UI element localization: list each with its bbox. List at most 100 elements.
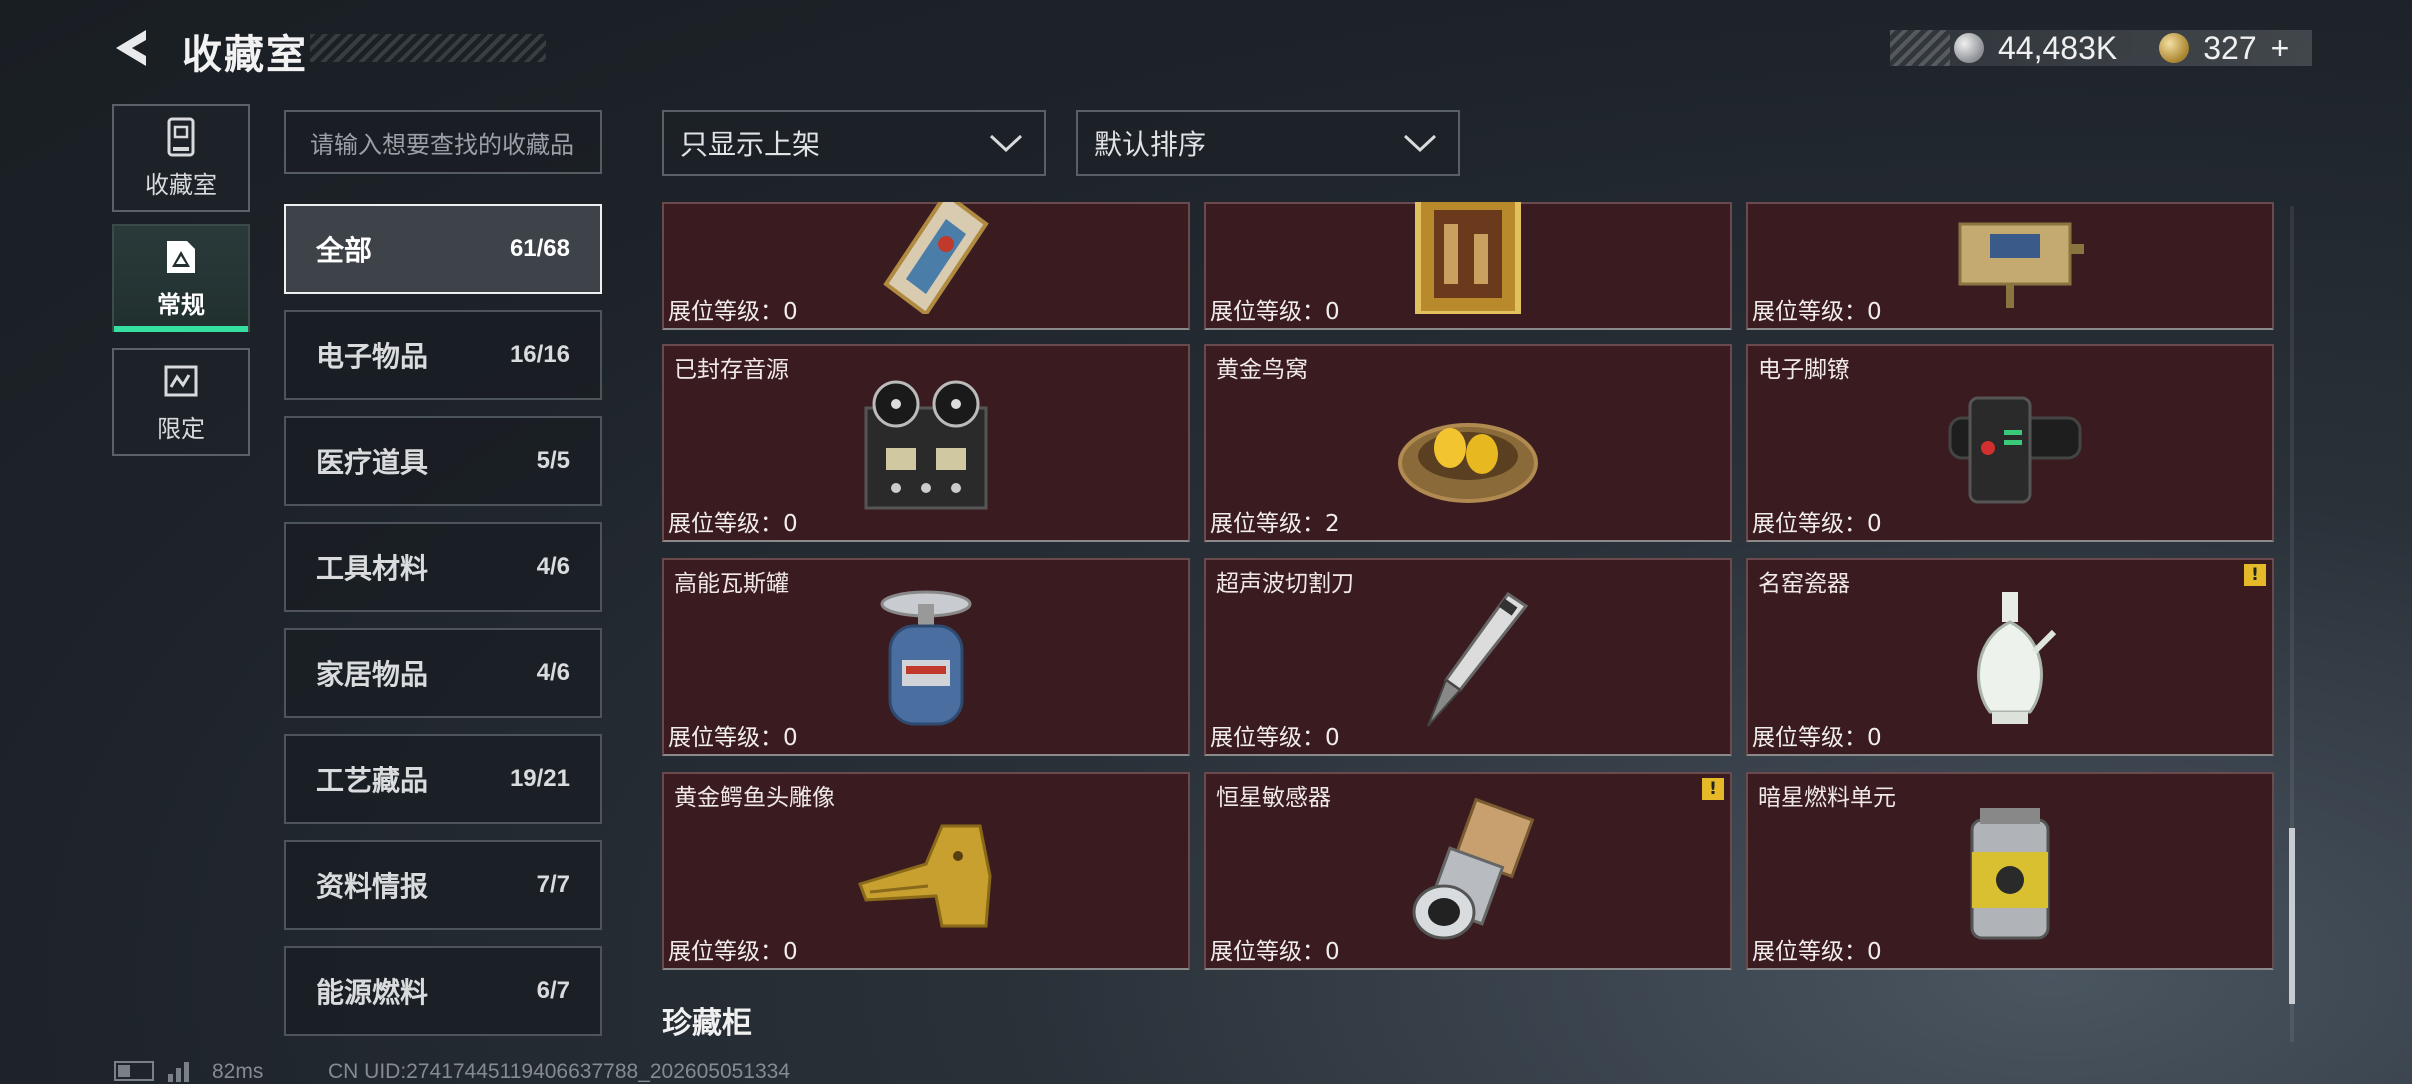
signal-icon <box>168 1058 189 1082</box>
category-name: 医疗道具 <box>316 446 429 479</box>
category-count: 5/5 <box>536 447 570 474</box>
collection-item-card[interactable]: 电子脚镣 展位等级：0 <box>1746 344 2274 542</box>
dropdown-value: 只显示上架 <box>680 128 821 161</box>
shelf-filter-dropdown[interactable]: 只显示上架 <box>662 110 1046 176</box>
display-level: 展位等级：0 <box>1752 299 1882 325</box>
silver-coin-icon <box>1954 33 1984 63</box>
category-name: 资料情报 <box>316 870 429 903</box>
item-name: 名窑瓷器 <box>1758 571 1850 597</box>
category-name: 电子物品 <box>316 340 429 373</box>
item-name: 超声波切割刀 <box>1216 571 1354 597</box>
category-name: 全部 <box>316 234 373 267</box>
display-level: 展位等级：0 <box>1752 939 1882 965</box>
display-level: 展位等级：0 <box>668 725 798 751</box>
star-sensor-icon <box>1412 797 1535 940</box>
currency-decoration <box>1890 30 1950 66</box>
collection-item-card[interactable]: 展位等级：0 <box>662 202 1190 330</box>
category-count: 16/16 <box>509 341 570 368</box>
collection-item-card[interactable]: 黄金鸟窝 展位等级：2 <box>1204 344 1732 542</box>
item-name: 恒星敏感器 <box>1216 785 1331 811</box>
collection-item-card[interactable]: 已封存音源 展位等级：0 <box>662 344 1190 542</box>
category-intel[interactable]: 资料情报 7/7 <box>284 840 602 930</box>
collection-item-card[interactable]: 展位等级：0 <box>1746 202 2274 330</box>
category-electronics[interactable]: 电子物品 16/16 <box>284 310 602 400</box>
display-level: 展位等级：0 <box>1210 939 1340 965</box>
category-tools[interactable]: 工具材料 4/6 <box>284 522 602 612</box>
regular-collection-icon <box>167 240 195 273</box>
collection-item-card[interactable]: 展位等级：0 <box>1204 202 1732 330</box>
collection-item-card[interactable]: 高能瓦斯罐 展位等级：0 <box>662 558 1190 756</box>
collection-item-card[interactable]: 超声波切割刀 展位等级：0 <box>1204 558 1732 756</box>
display-level: 展位等级：0 <box>1752 511 1882 537</box>
chevron-down-icon <box>989 134 1023 153</box>
ankle-monitor-icon <box>1948 396 2082 504</box>
back-arrow-icon <box>116 30 146 66</box>
section-title: 珍藏柜 <box>662 1006 752 1041</box>
fuel-cell-icon <box>1970 808 2050 940</box>
search-placeholder: 请输入想要查找的收藏品 <box>310 130 574 159</box>
display-level: 展位等级：0 <box>1210 299 1340 325</box>
category-name: 家居物品 <box>316 658 429 691</box>
collection-item-card[interactable]: 名窑瓷器 ! 展位等级：0 <box>1746 558 2274 756</box>
search-input[interactable]: 请输入想要查找的收藏品 <box>284 110 602 174</box>
battery-icon <box>114 1061 154 1081</box>
trophy-cabinet-icon <box>167 117 195 156</box>
collection-grid: 展位等级：0 展位等级：0 展位等级：0 已封存音源 展位等级：0 黄金鸟窝 展… <box>662 202 2276 978</box>
back-button[interactable] <box>110 26 154 70</box>
side-nav-label: 常规 <box>157 290 205 319</box>
category-count: 6/7 <box>536 977 570 1004</box>
golden-nest-icon <box>1398 423 1538 503</box>
title-decoration <box>310 34 546 62</box>
collection-item-card[interactable]: 黄金鳄鱼头雕像 展位等级：0 <box>662 772 1190 970</box>
page-title: 收藏室 <box>182 32 308 78</box>
circuit-device-icon <box>1958 222 2084 308</box>
gold-amount: 327 <box>2203 29 2257 66</box>
scrollbar-thumb[interactable] <box>2289 828 2295 1004</box>
category-count: 19/21 <box>509 765 570 792</box>
category-count: 7/7 <box>536 871 570 898</box>
display-level: 展位等级：0 <box>1210 725 1340 751</box>
category-name: 工艺藏品 <box>316 764 429 797</box>
side-nav-label: 收藏室 <box>145 170 217 199</box>
display-level: 展位等级：0 <box>668 299 798 325</box>
dropdown-value: 默认排序 <box>1094 128 1207 161</box>
reel-recorder-icon <box>864 380 988 510</box>
side-nav-limited[interactable]: 限定 <box>112 348 250 456</box>
jeweled-tablet-icon <box>883 202 989 314</box>
display-level: 展位等级：0 <box>668 511 798 537</box>
category-count: 61/68 <box>509 235 570 262</box>
limited-collection-icon <box>164 365 198 396</box>
item-name: 黄金鸟窝 <box>1216 357 1308 383</box>
category-name: 工具材料 <box>316 552 429 585</box>
side-nav-label: 限定 <box>157 414 205 443</box>
framed-painting-icon <box>1415 202 1521 314</box>
gold-croc-statue-icon <box>858 824 992 928</box>
category-medical[interactable]: 医疗道具 5/5 <box>284 416 602 506</box>
item-name: 高能瓦斯罐 <box>674 571 789 597</box>
porcelain-vase-icon <box>1977 592 2057 724</box>
category-energy[interactable]: 能源燃料 6/7 <box>284 946 602 1036</box>
add-currency-button[interactable]: + <box>2271 30 2290 67</box>
item-name: 已封存音源 <box>674 357 789 383</box>
category-count: 4/6 <box>536 659 570 686</box>
item-name: 暗星燃料单元 <box>1758 785 1896 811</box>
side-nav-trophy-room[interactable]: 收藏室 <box>112 104 250 212</box>
collection-item-card[interactable]: 暗星燃料单元 展位等级：0 <box>1746 772 2274 970</box>
currency-bar: 44,483K 327 + <box>1890 30 2312 66</box>
category-name: 能源燃料 <box>316 976 429 1009</box>
category-crafts[interactable]: 工艺藏品 19/21 <box>284 734 602 824</box>
display-level: 展位等级：0 <box>668 939 798 965</box>
item-name: 电子脚镣 <box>1758 357 1850 383</box>
collection-item-card[interactable]: 恒星敏感器 ! 展位等级：0 <box>1204 772 1732 970</box>
item-name: 黄金鳄鱼头雕像 <box>674 785 835 811</box>
sort-dropdown[interactable]: 默认排序 <box>1076 110 1460 176</box>
gas-canister-icon <box>880 590 972 726</box>
side-nav-regular[interactable]: 常规 <box>112 224 250 332</box>
ultrasonic-knife-icon <box>1427 591 1529 727</box>
ping-readout: 82ms <box>212 1060 264 1083</box>
silver-amount: 44,483K <box>1998 29 2118 66</box>
category-all[interactable]: 全部 61/68 <box>284 204 602 294</box>
category-household[interactable]: 家居物品 4/6 <box>284 628 602 718</box>
category-count: 4/6 <box>536 553 570 580</box>
display-level: 展位等级：2 <box>1210 511 1340 537</box>
